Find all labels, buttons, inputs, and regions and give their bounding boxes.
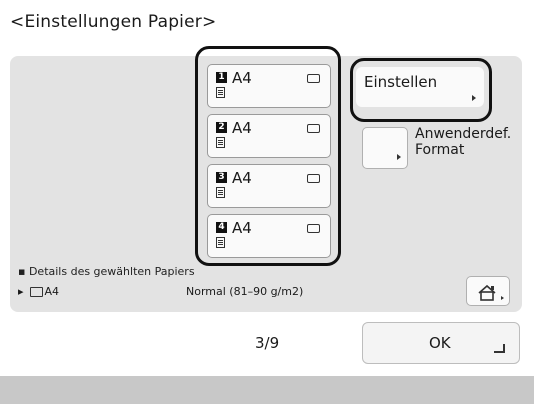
- home-icon: [478, 284, 504, 301]
- custom-format-label: Anwenderdef. Format: [415, 126, 512, 158]
- chevron-right-icon: [397, 154, 401, 160]
- details-heading: ▪ Details des gewählten Papiers: [18, 265, 195, 278]
- details-size: A4: [44, 285, 60, 298]
- tray-selection-highlight: [195, 46, 341, 266]
- set-button-highlight: [350, 58, 492, 122]
- page-indicator: 3/9: [255, 334, 280, 352]
- ok-button-label: OK: [429, 334, 451, 352]
- details-type: Normal (81–90 g/m2): [186, 285, 304, 298]
- paper-icon: [29, 287, 43, 297]
- home-settings-button[interactable]: [466, 276, 510, 306]
- page-title: <Einstellungen Papier>: [10, 12, 217, 32]
- return-icon: [494, 344, 505, 353]
- custom-format-button[interactable]: [362, 127, 408, 169]
- ok-button[interactable]: OK: [362, 322, 520, 364]
- status-bar: [0, 376, 534, 404]
